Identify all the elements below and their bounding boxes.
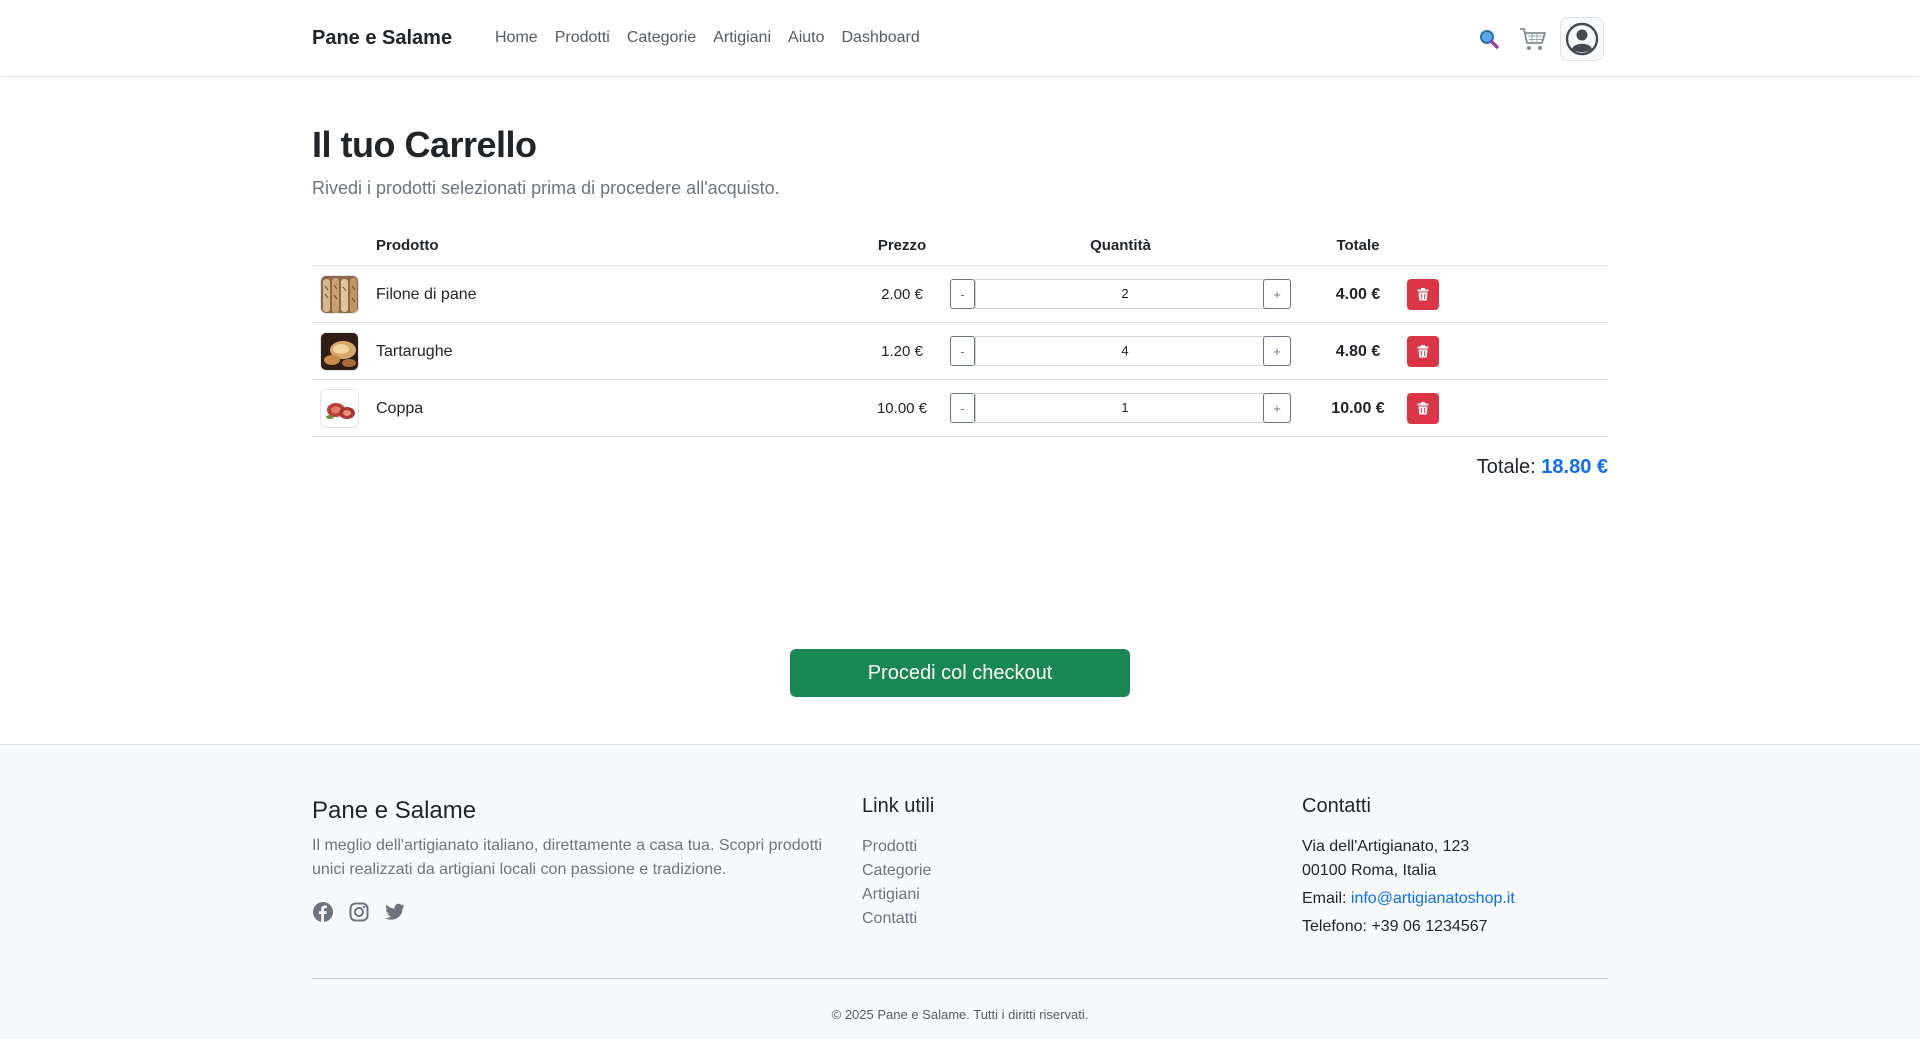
nav-aiuto[interactable]: Aiuto: [788, 29, 824, 47]
coppa-image: [320, 389, 359, 428]
bread-image: [320, 275, 359, 314]
line-total: 4.00 €: [1335, 286, 1381, 303]
facebook-icon[interactable]: [312, 901, 333, 922]
footer-links-title: Link utili: [862, 795, 935, 817]
footer-brand: Pane e Salame: [312, 797, 477, 824]
copyright-text: © 2025 Pane e Salame. Tutti i diritti ri…: [831, 1007, 1089, 1022]
footer-links: Prodotti Categorie Artigiani Contatti: [862, 835, 931, 931]
product-name[interactable]: Filone di pane: [376, 286, 477, 304]
grand-total-value: 18.80 €: [1541, 456, 1608, 478]
user-avatar-button[interactable]: [1560, 17, 1604, 61]
quantity-input[interactable]: 2: [975, 279, 1275, 309]
quantity-input[interactable]: 4: [975, 336, 1275, 366]
remove-item-button[interactable]: [1407, 393, 1439, 424]
contact-address-line2: 00100 Roma, Italia: [1302, 862, 1437, 879]
cart-grand-total: Totale: 18.80 €: [1477, 456, 1608, 479]
product-name[interactable]: Tartarughe: [376, 343, 453, 361]
cart-table: Prodotto Prezzo Quantità Totale Filone d…: [312, 226, 1608, 437]
contact-email-label: Email:: [1302, 890, 1347, 907]
quantity-input[interactable]: 1: [975, 393, 1275, 423]
column-header-quantity: Quantità: [1090, 237, 1151, 254]
product-price: 2.00 €: [881, 286, 923, 303]
search-icon[interactable]: [1474, 17, 1504, 61]
footer: Pane e Salame Il meglio dell'artigianato…: [0, 744, 1920, 1039]
trash-icon: [1417, 288, 1429, 301]
line-total: 4.80 €: [1335, 343, 1381, 360]
footer-link-artigiani[interactable]: Artigiani: [862, 883, 931, 907]
product-price: 10.00 €: [876, 400, 928, 417]
nav-dashboard[interactable]: Dashboard: [841, 29, 919, 47]
nav-home[interactable]: Home: [495, 29, 538, 47]
cart-row: Filone di pane 2.00 € - 2 + 4.00 €: [312, 266, 1608, 323]
grand-total-label: Totale:: [1476, 456, 1536, 478]
footer-link-contatti[interactable]: Contatti: [862, 907, 931, 931]
social-links: [312, 901, 405, 922]
contact-phone: Telefono: +39 06 1234567: [1302, 918, 1488, 935]
instagram-icon[interactable]: [348, 901, 369, 922]
tartarughe-image: [320, 332, 359, 371]
cart-row: Tartarughe 1.20 € - 4 + 4.80 €: [312, 323, 1608, 380]
brand-logo[interactable]: Pane e Salame: [312, 27, 452, 50]
page-subtitle: Rivedi i prodotti selezionati prima di p…: [312, 178, 780, 198]
quantity-increase-button[interactable]: +: [1263, 336, 1291, 366]
footer-link-categorie[interactable]: Categorie: [862, 859, 931, 883]
contact-email-line: Email: info@artigianatoshop.it: [1302, 887, 1515, 911]
header-actions: [1474, 17, 1604, 61]
remove-item-button[interactable]: [1407, 279, 1439, 310]
quantity-decrease-button[interactable]: -: [950, 393, 975, 423]
footer-description: Il meglio dell'artigianato italiano, dir…: [312, 837, 823, 878]
twitter-icon[interactable]: [384, 901, 405, 922]
column-header-price: Prezzo: [877, 237, 927, 254]
cart-icon[interactable]: [1517, 17, 1549, 61]
quantity-increase-button[interactable]: +: [1263, 279, 1291, 309]
product-price: 1.20 €: [881, 343, 923, 360]
nav-artigiani[interactable]: Artigiani: [713, 29, 771, 47]
cart-table-header: Prodotto Prezzo Quantità Totale: [312, 226, 1608, 266]
trash-icon: [1417, 402, 1429, 415]
column-header-total: Totale: [1336, 237, 1380, 254]
trash-icon: [1417, 345, 1429, 358]
remove-item-button[interactable]: [1407, 336, 1439, 367]
user-icon: [1565, 22, 1599, 56]
contact-address-line1: Via dell'Artigianato, 123: [1302, 838, 1470, 855]
footer-contact-title: Contatti: [1302, 795, 1371, 817]
footer-contact-info: Via dell'Artigianato, 123 00100 Roma, It…: [1302, 835, 1515, 939]
column-header-product: Prodotto: [376, 237, 439, 254]
line-total: 10.00 €: [1331, 400, 1385, 417]
nav-prodotti[interactable]: Prodotti: [555, 29, 610, 47]
quantity-decrease-button[interactable]: -: [950, 279, 975, 309]
checkout-button[interactable]: Procedi col checkout: [790, 649, 1130, 697]
footer-link-prodotti[interactable]: Prodotti: [862, 835, 931, 859]
product-name[interactable]: Coppa: [376, 400, 423, 418]
top-navbar: Pane e Salame Home Prodotti Categorie Ar…: [0, 0, 1920, 77]
main-nav: Home Prodotti Categorie Artigiani Aiuto …: [495, 29, 920, 47]
nav-categorie[interactable]: Categorie: [627, 29, 696, 47]
page-title: Il tuo Carrello: [312, 124, 537, 165]
contact-email-link[interactable]: info@artigianatoshop.it: [1351, 890, 1515, 907]
footer-divider: [312, 978, 1608, 979]
quantity-increase-button[interactable]: +: [1263, 393, 1291, 423]
cart-row: Coppa 10.00 € - 1 + 10.00 €: [312, 380, 1608, 437]
quantity-decrease-button[interactable]: -: [950, 336, 975, 366]
